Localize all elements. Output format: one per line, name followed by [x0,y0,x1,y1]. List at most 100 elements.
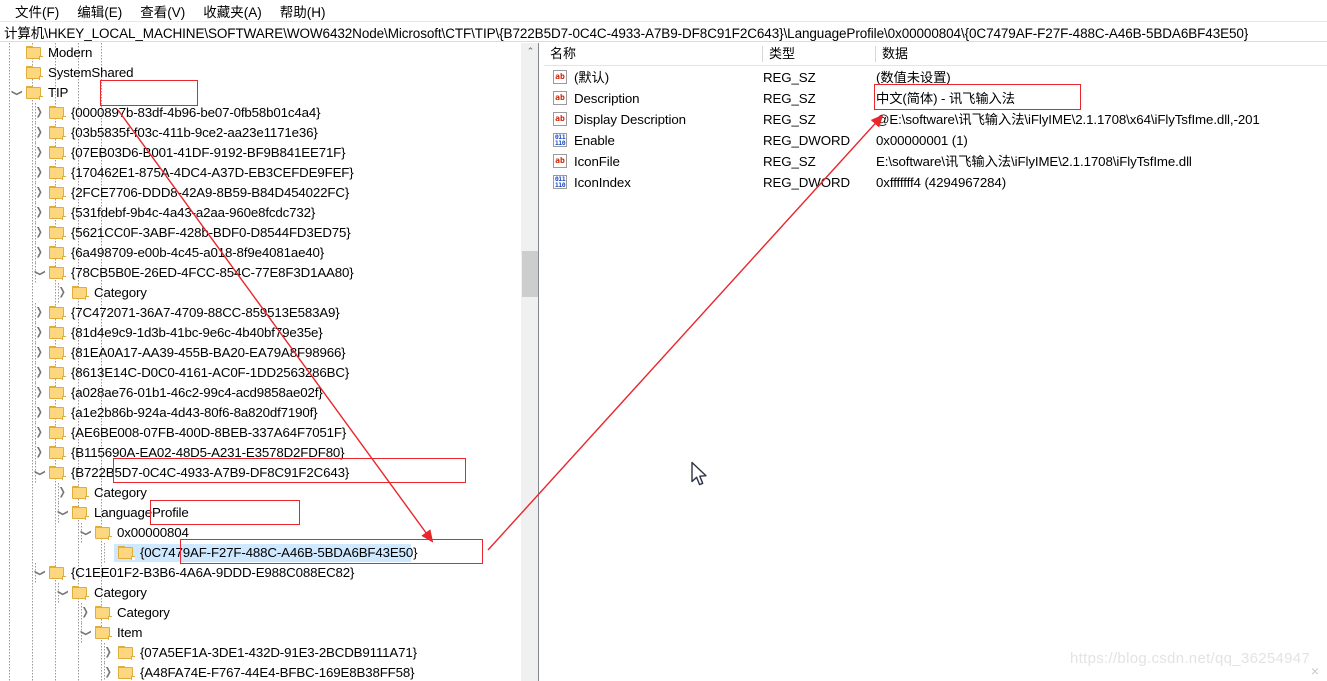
tree-node[interactable]: {A48FA74E-F767-44E4-BFBC-169E8B38FF58} [0,663,520,681]
values-column-header[interactable]: 名称 类型 数据 [544,43,1327,66]
chevron-right-icon[interactable] [31,363,47,383]
tree-node[interactable]: {AE6BE008-07FB-400D-8BEB-337A64F7051F} [0,423,520,443]
tree-node[interactable]: {5621CC0F-3ABF-428b-BDF0-D8544FD3ED75} [0,223,520,243]
tree-node[interactable]: Category [0,583,520,603]
chevron-right-icon[interactable] [31,303,47,323]
chevron-down-icon[interactable] [54,503,70,523]
chevron-down-icon[interactable] [31,463,47,483]
chevron-right-icon[interactable] [31,383,47,403]
chevron-right-icon[interactable] [31,143,47,163]
tree-node[interactable]: {7C472071-36A7-4709-88CC-859513E583A9} [0,303,520,323]
menu-item-3[interactable]: 收藏夹(A) [194,0,271,23]
value-row[interactable]: 011 110 IconIndex REG_DWORD 0xfffffff4 (4294… [544,172,1327,193]
tree-node[interactable]: {07EB03D6-B001-41DF-9192-BF9B841EE71F} [0,143,520,163]
folder-icon [49,206,66,220]
folder-icon [49,146,66,160]
value-row[interactable]: ab Display Description REG_SZ @E:\software\… [544,109,1327,130]
chevron-right-icon[interactable] [31,183,47,203]
chevron-right-icon[interactable] [31,203,47,223]
tree-node[interactable]: Item [0,623,520,643]
value-row[interactable]: ab Description REG_SZ 中文(简体) - 讯飞输入法 [544,88,1327,109]
tree-node[interactable]: {2FCE7706-DDD8-42A9-8B59-B84D454022FC} [0,183,520,203]
menu-item-1[interactable]: 编辑(E) [68,0,131,23]
chevron-right-icon[interactable] [31,163,47,183]
value-row[interactable]: 011 110 Enable REG_DWORD 0x00000001 (1) [544,130,1327,151]
tree-node[interactable]: {C1EE01F2-B3B6-4A6A-9DDD-E988C088EC82} [0,563,520,583]
tree-node[interactable]: 0x00000804 [0,523,520,543]
folder-icon [49,126,66,140]
tree-node[interactable]: {531fdebf-9b4c-4a43-a2aa-960e8fcdc732} [0,203,520,223]
value-data: (数值未设置) [876,70,951,85]
close-icon[interactable]: × [1307,663,1323,679]
tree-node[interactable]: {B115690A-EA02-48D5-A231-E3578D2FDF80} [0,443,520,463]
tree-scrollbar[interactable]: ⌃ [521,43,539,681]
column-header-name[interactable]: 名称 [544,43,763,65]
column-header-data[interactable]: 数据 [876,43,1327,65]
tree-node[interactable]: {81EA0A17-AA39-455B-BA20-EA79A8F98966} [0,343,520,363]
value-type: REG_DWORD [763,133,851,148]
tree-node[interactable]: {8613E14C-D0C0-4161-AC0F-1DD2563286BC} [0,363,520,383]
chevron-right-icon[interactable] [31,423,47,443]
chevron-right-icon[interactable] [31,223,47,243]
tree-node[interactable]: {81d4e9c9-1d3b-41bc-9e6c-4b40bf79e35e} [0,323,520,343]
value-data: 0xfffffff4 (4294967284) [876,175,1007,190]
scroll-up-arrow-icon[interactable]: ⌃ [522,43,539,60]
value-row[interactable]: ab IconFile REG_SZ E:\software\讯飞输入法\iFlyIM… [544,151,1327,172]
chevron-down-icon[interactable] [31,563,47,583]
chevron-right-icon[interactable] [100,663,116,681]
tree-node-label: Category [94,585,147,600]
registry-values-pane[interactable]: 名称 类型 数据 ab (默认) REG_SZ (数值未设置) ab Descriptio… [544,43,1327,681]
tree-node[interactable]: {6a498709-e00b-4c45-a018-8f9e4081ae40} [0,243,520,263]
tree-node[interactable]: {a1e2b86b-924a-4d43-80f6-8a820df7190f} [0,403,520,423]
chevron-down-icon[interactable] [8,83,24,103]
tree-node-label: {170462E1-875A-4DC4-A37D-EB3CEFDE9FEF} [71,165,354,180]
chevron-right-icon[interactable] [31,243,47,263]
scrollbar-thumb[interactable] [522,251,539,297]
tree-node-label: {07EB03D6-B001-41DF-9192-BF9B841EE71F} [71,145,346,160]
tree-node[interactable]: {78CB5B0E-26ED-4FCC-854C-77E8F3D1AA80} [0,263,520,283]
tree-node[interactable]: Category [0,283,520,303]
chevron-right-icon[interactable] [54,283,70,303]
folder-icon [72,286,89,300]
menu-item-2[interactable]: 查看(V) [131,0,194,23]
tree-node[interactable]: {a028ae76-01b1-46c2-99c4-acd9858ae02f} [0,383,520,403]
tree-node[interactable]: {0000897b-83df-4b96-be07-0fb58b01c4a4} [0,103,520,123]
chevron-right-icon[interactable] [31,403,47,423]
address-bar[interactable]: 计算机\HKEY_LOCAL_MACHINE\SOFTWARE\WOW6432N… [0,22,1327,42]
value-row[interactable]: ab (默认) REG_SZ (数值未设置) [544,67,1327,88]
tree-node[interactable]: {170462E1-875A-4DC4-A37D-EB3CEFDE9FEF} [0,163,520,183]
tree-node[interactable]: Category [0,483,520,503]
folder-icon [49,326,66,340]
chevron-right-icon[interactable] [31,123,47,143]
folder-icon [95,626,112,640]
chevron-down-icon[interactable] [31,263,47,283]
chevron-down-icon[interactable] [54,583,70,603]
chevron-right-icon[interactable] [31,323,47,343]
string-value-icon: ab [553,70,568,85]
tree-node[interactable]: LanguageProfile [0,503,520,523]
registry-tree-pane[interactable]: Modern SystemShared TIP{0000897b-83df-4b96… [0,43,520,681]
tree-node[interactable]: {0C7479AF-F27F-488C-A46B-5BDA6BF43E50} [0,543,520,563]
tree-node[interactable]: {07A5EF1A-3DE1-432D-91E3-2BCDB9111A71} [0,643,520,663]
string-value-icon: ab [553,112,568,127]
chevron-right-icon[interactable] [31,103,47,123]
chevron-right-icon[interactable] [100,643,116,663]
tree-node[interactable]: Modern [0,43,520,63]
menu-item-4[interactable]: 帮助(H) [271,0,335,23]
menu-item-0[interactable]: 文件(F) [6,0,68,23]
chevron-right-icon[interactable] [31,343,47,363]
tree-node-label: {a1e2b86b-924a-4d43-80f6-8a820df7190f} [71,405,318,420]
tree-node[interactable]: TIP [0,83,520,103]
chevron-right-icon[interactable] [31,443,47,463]
tree-node[interactable]: Category [0,603,520,623]
tree-node[interactable]: {03b5835f-f03c-411b-9ce2-aa23e1171e36} [0,123,520,143]
value-name: Enable [574,133,615,148]
chevron-down-icon[interactable] [77,523,93,543]
chevron-right-icon[interactable] [54,483,70,503]
folder-icon [26,66,43,80]
column-header-type[interactable]: 类型 [763,43,876,65]
tree-node[interactable]: {B722B5D7-0C4C-4933-A7B9-DF8C91F2C643} [0,463,520,483]
chevron-down-icon[interactable] [77,623,93,643]
chevron-right-icon[interactable] [77,603,93,623]
tree-node[interactable]: SystemShared [0,63,520,83]
